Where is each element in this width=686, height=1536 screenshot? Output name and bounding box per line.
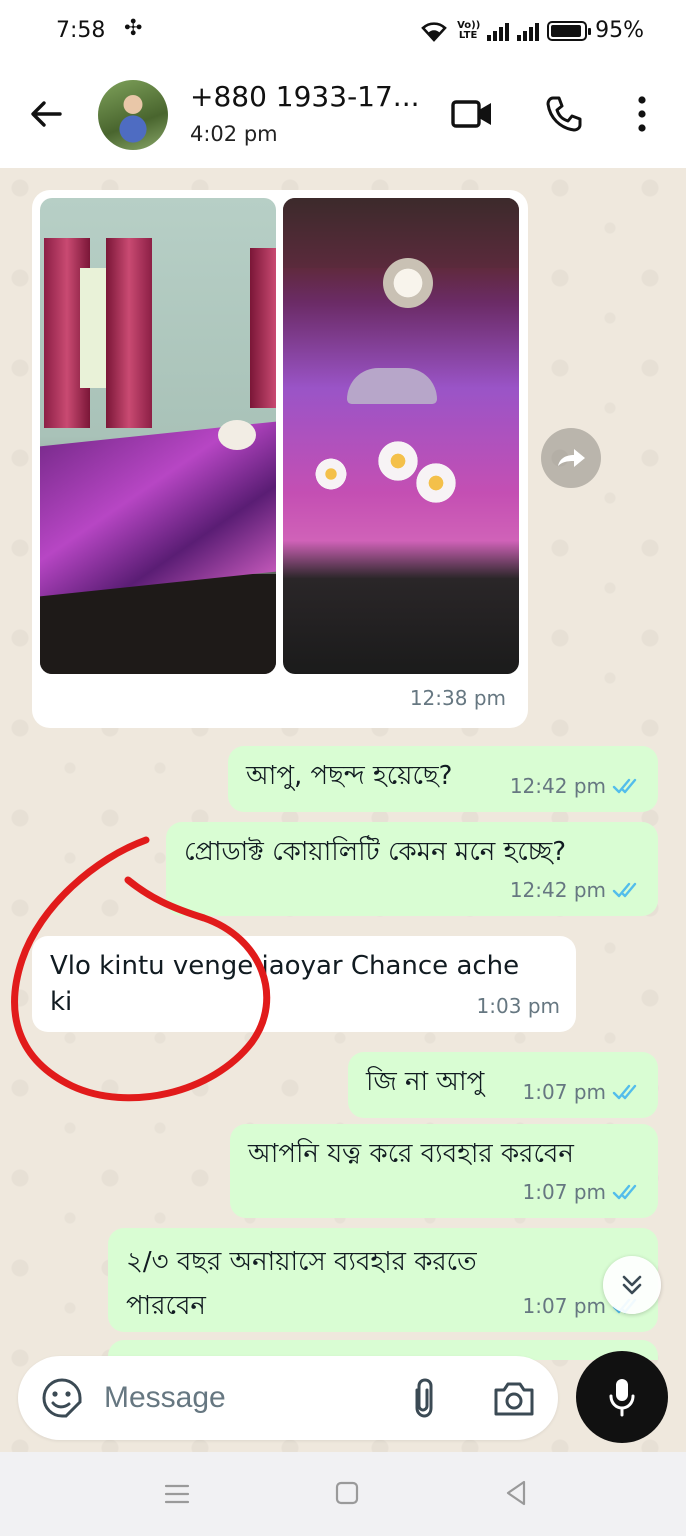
status-indicators: Vo)) LTE 95% xyxy=(419,18,644,43)
bedroom-photo[interactable] xyxy=(40,198,276,674)
message-time: 12:42 pm xyxy=(509,878,606,902)
double-tick-icon xyxy=(612,882,637,898)
outgoing-message[interactable]: আপু, পছন্দ হয়েছে? 12:42 pm xyxy=(228,746,658,812)
recent-apps-icon[interactable] xyxy=(162,1480,192,1508)
message-time: 1:07 pm xyxy=(522,1294,606,1318)
wifi-icon xyxy=(419,20,449,42)
chat-header: +880 1933-17... 4:02 pm xyxy=(0,64,686,168)
message-time: 1:07 pm xyxy=(522,1180,606,1204)
message-time: 1:03 pm xyxy=(476,994,560,1018)
signal-2-icon xyxy=(517,21,540,41)
status-bar: 7:58 ✣ Vo)) LTE 95% xyxy=(0,0,686,64)
message-input[interactable] xyxy=(104,1372,374,1424)
message-meta: 1:03 pm xyxy=(477,988,560,1024)
incoming-message[interactable]: Vlo kintu venge jaoyar Chance ache ki 1:… xyxy=(32,936,576,1032)
status-time: 7:58 xyxy=(56,18,106,43)
battery-icon xyxy=(547,20,592,41)
last-seen: 4:02 pm xyxy=(190,122,278,146)
message-meta: 12:42 pm xyxy=(510,872,642,908)
nav-back-icon[interactable] xyxy=(502,1478,530,1508)
message-composer xyxy=(18,1356,558,1440)
message-meta: 1:07 pm xyxy=(523,1174,642,1210)
microphone-icon xyxy=(609,1379,635,1417)
outgoing-message[interactable]: জি না আপু 1:07 pm xyxy=(348,1052,658,1118)
message-time: 12:42 pm xyxy=(509,774,606,798)
video-call-icon[interactable] xyxy=(450,96,494,132)
scroll-to-bottom-button[interactable] xyxy=(603,1256,661,1314)
outgoing-message[interactable]: আপনি যত্ন করে ব্যবহার করবেন 1:07 pm xyxy=(230,1124,658,1218)
message-text: Vlo kintu venge jaoyar Chance ache ki xyxy=(50,951,520,1017)
outgoing-message[interactable]: ২/৩ বছর অনায়াসে ব্যবহার করতে পারবেন 1:0… xyxy=(108,1228,658,1332)
phone-icon[interactable] xyxy=(544,94,584,134)
system-navigation-bar xyxy=(0,1452,686,1536)
double-tick-icon xyxy=(612,1184,637,1200)
message-time: 1:07 pm xyxy=(522,1080,606,1104)
message-text: আপনি যত্ন করে ব্যবহার করবেন xyxy=(248,1139,574,1169)
forward-button[interactable] xyxy=(541,428,601,488)
double-tick-icon xyxy=(612,778,637,794)
contact-name[interactable]: +880 1933-17... xyxy=(190,80,420,113)
forward-icon xyxy=(558,449,585,467)
more-vert-icon[interactable] xyxy=(632,94,652,134)
battery-percent: 95% xyxy=(595,18,644,43)
outgoing-message[interactable]: প্রোডাক্ট কোয়ালিটি কেমন মনে হচ্ছে? 12:4… xyxy=(166,822,658,916)
back-arrow-icon[interactable] xyxy=(26,94,66,134)
message-meta: 12:42 pm xyxy=(510,768,642,804)
pinwheel-icon: ✣ xyxy=(124,16,143,41)
chat-area[interactable]: 12:38 pm আপু, পছন্দ হয়েছে? 12:42 pm প্র… xyxy=(0,168,686,1452)
double-chevron-down-icon xyxy=(622,1275,642,1295)
volte-indicator: Vo)) LTE xyxy=(457,19,481,41)
message-time: 12:38 pm xyxy=(409,686,506,710)
message-meta: 1:07 pm xyxy=(523,1074,642,1110)
image-message[interactable]: 12:38 pm xyxy=(32,190,528,728)
voice-message-button[interactable] xyxy=(576,1351,668,1443)
message-text: প্রোডাক্ট কোয়ালিটি কেমন মনে হচ্ছে? xyxy=(184,837,567,867)
message-text: ২/৩ বছর অনায়াসে ব্যবহার করতে পারবেন xyxy=(126,1247,477,1321)
sticker-icon[interactable] xyxy=(40,1376,84,1420)
bedsheet-photo[interactable] xyxy=(283,198,519,674)
double-tick-icon xyxy=(612,1084,637,1100)
attach-icon[interactable] xyxy=(406,1376,440,1420)
contact-avatar[interactable] xyxy=(98,80,168,150)
camera-icon[interactable] xyxy=(492,1378,536,1418)
signal-1-icon xyxy=(487,21,510,41)
home-icon[interactable] xyxy=(334,1480,360,1506)
